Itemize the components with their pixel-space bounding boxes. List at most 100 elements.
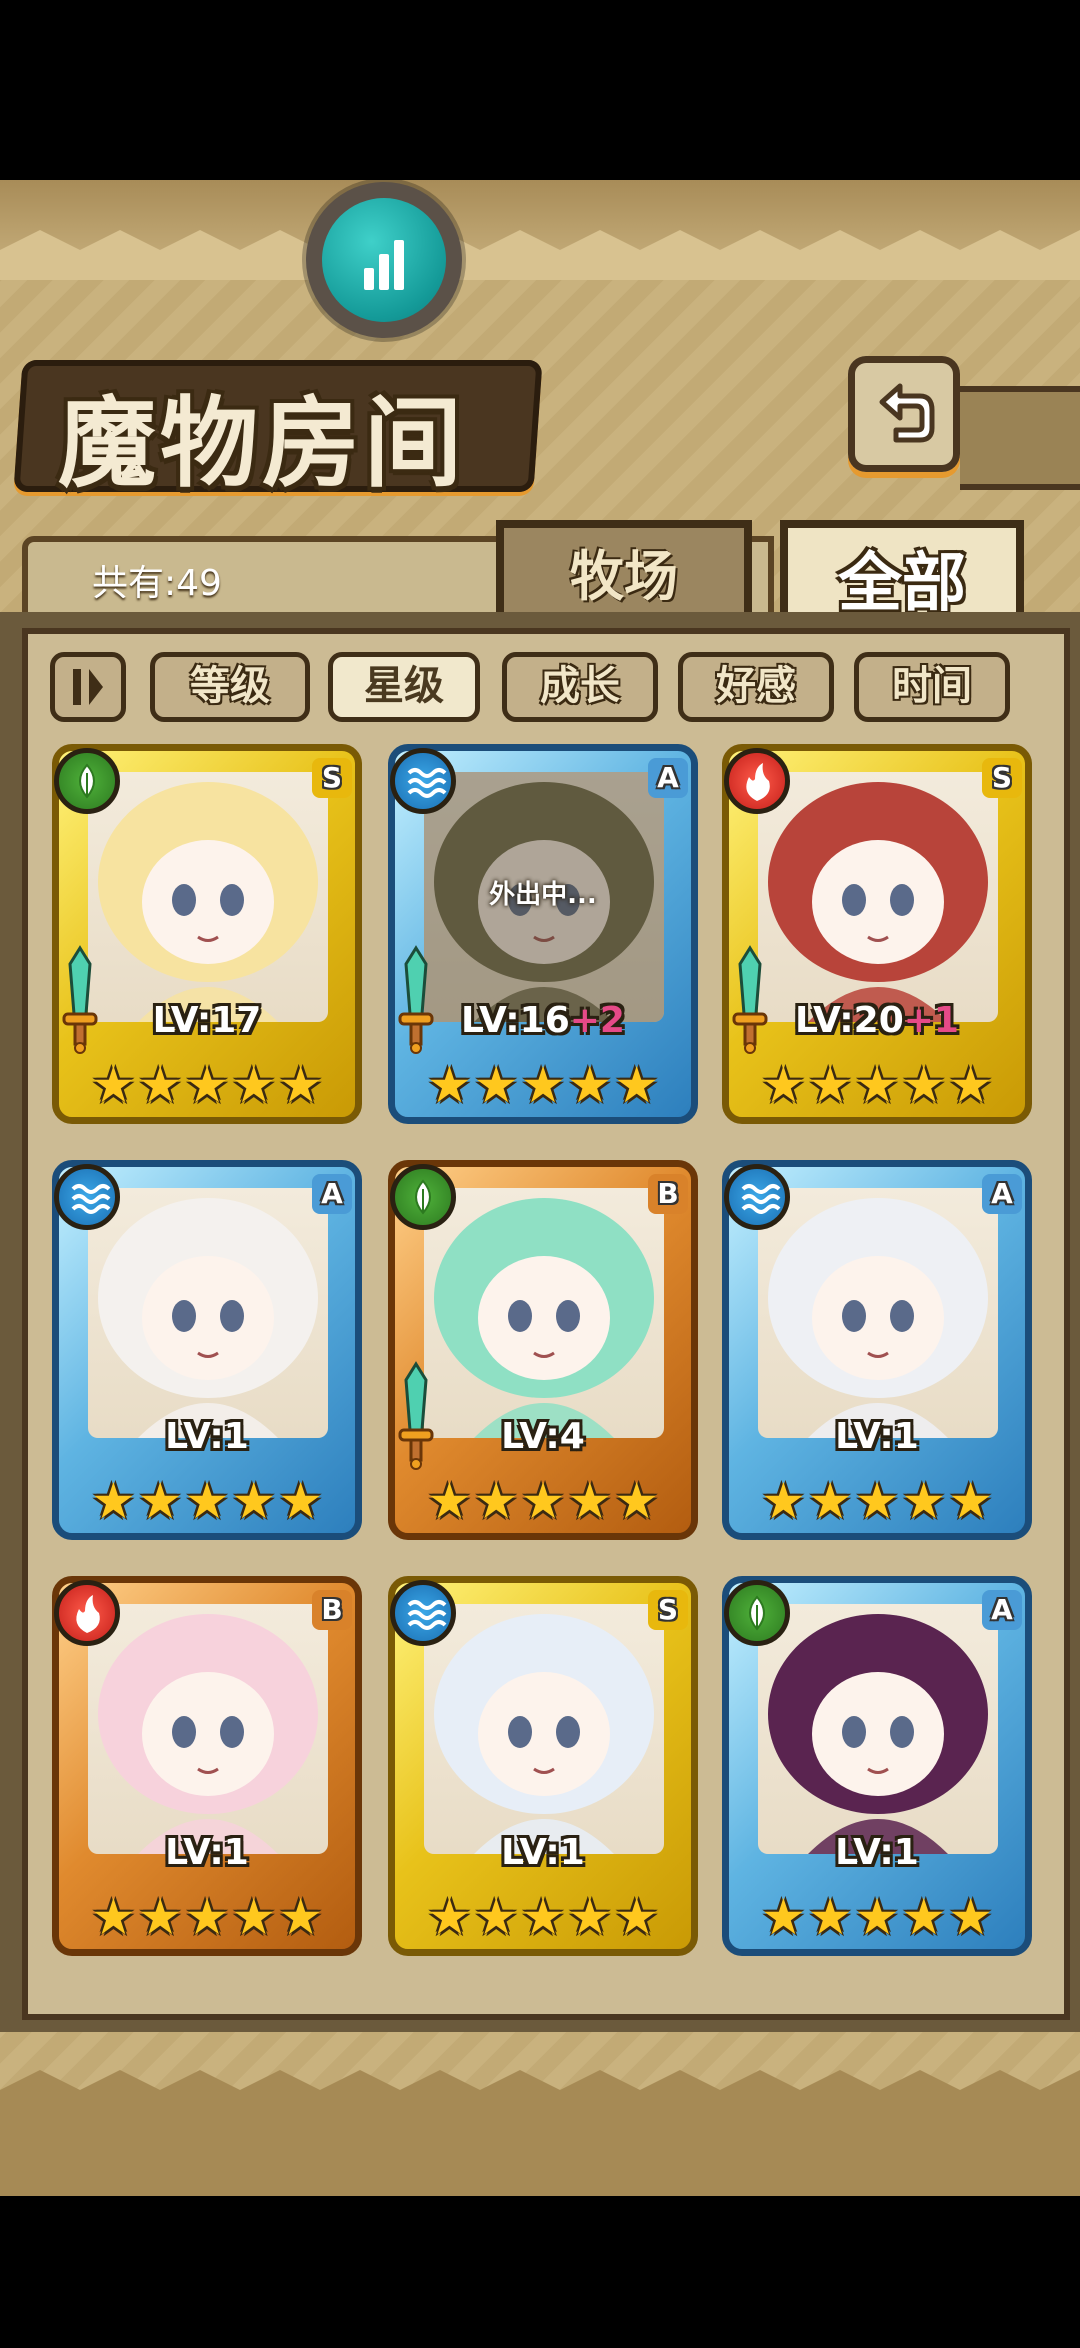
level-text: LV:1	[165, 1832, 249, 1873]
level-label: LV:1	[388, 1832, 698, 1873]
star-icon: ★	[901, 1888, 947, 1946]
monster-card[interactable]: S LV:20+1 ★ ★ ★ ★ ★	[722, 744, 1032, 1124]
star-icon: ★	[278, 1056, 324, 1114]
sort-star-button[interactable]: 星级	[328, 652, 480, 722]
monster-portrait	[88, 1604, 328, 1854]
water-element-icon	[390, 1580, 456, 1646]
leaf-element-icon	[54, 748, 120, 814]
star-icon: ★	[231, 1472, 277, 1530]
level-text: LV:20	[795, 1000, 904, 1041]
star-icon: ★	[760, 1056, 806, 1114]
star-icon: ★	[520, 1472, 566, 1530]
star-icon: ★	[473, 1472, 519, 1530]
star-icon: ★	[614, 1472, 660, 1530]
star-icon: ★	[231, 1888, 277, 1946]
star-icon: ★	[426, 1056, 472, 1114]
fire-element-icon	[724, 748, 790, 814]
monster-card[interactable]: A LV:1 ★ ★ ★ ★ ★	[722, 1576, 1032, 1956]
leaf-element-icon	[724, 1580, 790, 1646]
water-element-icon	[724, 1164, 790, 1230]
star-icon: ★	[948, 1888, 994, 1946]
level-text: LV:4	[501, 1416, 585, 1457]
monster-portrait	[88, 1188, 328, 1438]
level-label: LV:17	[52, 1000, 362, 1041]
star-icon: ★	[854, 1056, 900, 1114]
monster-portrait	[758, 1188, 998, 1438]
star-icon: ★	[184, 1056, 230, 1114]
rank-badge: A	[982, 1174, 1022, 1214]
monster-card[interactable]: A LV:1 ★ ★ ★ ★ ★	[52, 1160, 362, 1540]
water-element-icon	[54, 1164, 120, 1230]
star-icon: ★	[614, 1056, 660, 1114]
star-icon: ★	[231, 1056, 277, 1114]
star-icon: ★	[854, 1472, 900, 1530]
star-icon: ★	[760, 1472, 806, 1530]
level-text: LV:17	[152, 1000, 262, 1041]
sort-order-icon	[73, 669, 103, 705]
star-icon: ★	[807, 1472, 853, 1530]
star-icon: ★	[473, 1056, 519, 1114]
sort-growth-button[interactable]: 成长	[502, 652, 658, 722]
top-decoration	[0, 180, 1080, 280]
star-rating: ★ ★ ★ ★ ★	[91, 1888, 323, 1946]
level-label: LV:1	[722, 1416, 1032, 1457]
star-icon: ★	[426, 1472, 472, 1530]
level-plus: +2	[569, 1000, 625, 1041]
star-icon: ★	[567, 1472, 613, 1530]
star-icon: ★	[807, 1888, 853, 1946]
monster-card[interactable]: S LV:1 ★ ★ ★ ★ ★	[388, 1576, 698, 1956]
star-icon: ★	[948, 1056, 994, 1114]
star-icon: ★	[473, 1888, 519, 1946]
monster-card[interactable]: B LV:1 ★ ★ ★ ★ ★	[52, 1576, 362, 1956]
rank-badge: A	[982, 1590, 1022, 1630]
sort-order-button[interactable]	[50, 652, 126, 722]
bottom-decoration	[0, 2070, 1080, 2196]
monster-portrait	[758, 772, 998, 1022]
star-icon: ★	[137, 1056, 183, 1114]
monster-card[interactable]: A LV:1 ★ ★ ★ ★ ★	[722, 1160, 1032, 1540]
level-label: LV:1	[52, 1416, 362, 1457]
star-rating: ★ ★ ★ ★ ★	[426, 1056, 660, 1114]
level-label: LV:16+2	[388, 1000, 698, 1041]
stats-button[interactable]	[306, 182, 462, 338]
star-icon: ★	[901, 1472, 947, 1530]
star-icon: ★	[278, 1472, 324, 1530]
return-button[interactable]	[848, 356, 960, 472]
star-rating: ★ ★ ★ ★ ★	[426, 1472, 660, 1530]
star-icon: ★	[567, 1888, 613, 1946]
level-label: LV:1	[52, 1832, 362, 1873]
sort-affection-button[interactable]: 好感	[678, 652, 834, 722]
level-plus: +1	[903, 1000, 959, 1041]
level-text: LV:1	[835, 1832, 919, 1873]
star-rating: ★ ★ ★ ★ ★	[427, 1888, 660, 1946]
sort-level-button[interactable]: 等级	[150, 652, 310, 722]
star-icon: ★	[520, 1888, 566, 1946]
rank-badge: B	[648, 1174, 688, 1214]
star-icon: ★	[854, 1888, 900, 1946]
tab-farm[interactable]: 牧场	[496, 520, 752, 624]
star-rating: ★ ★ ★ ★ ★	[761, 1888, 994, 1946]
star-icon: ★	[948, 1472, 994, 1530]
monster-card[interactable]: 外出中... A LV:16+2 ★ ★ ★ ★ ★	[388, 744, 698, 1124]
star-rating: ★ ★ ★ ★ ★	[760, 1472, 994, 1530]
star-icon: ★	[614, 1888, 660, 1946]
monster-card[interactable]: B LV:4 ★ ★ ★ ★ ★	[388, 1160, 698, 1540]
star-rating: ★ ★ ★ ★ ★	[91, 1472, 324, 1530]
star-icon: ★	[567, 1056, 613, 1114]
level-text: LV:1	[501, 1832, 585, 1873]
return-bar	[960, 386, 1080, 490]
monster-portrait	[424, 1188, 664, 1438]
level-text: LV:1	[835, 1416, 919, 1457]
monster-card[interactable]: S LV:17 ★ ★ ★ ★ ★	[52, 744, 362, 1124]
away-status-text: 外出中...	[489, 880, 597, 910]
level-label: LV:20+1	[722, 1000, 1032, 1041]
fire-element-icon	[54, 1580, 120, 1646]
star-rating: ★ ★ ★ ★ ★	[760, 1056, 994, 1114]
level-text: LV:1	[165, 1416, 249, 1457]
monster-count: 共有:49	[92, 563, 222, 604]
star-icon: ★	[184, 1472, 230, 1530]
page-title: 魔物房间	[58, 386, 467, 501]
rank-badge: A	[648, 758, 688, 798]
sort-time-button[interactable]: 时间	[854, 652, 1010, 722]
star-icon: ★	[520, 1056, 566, 1114]
